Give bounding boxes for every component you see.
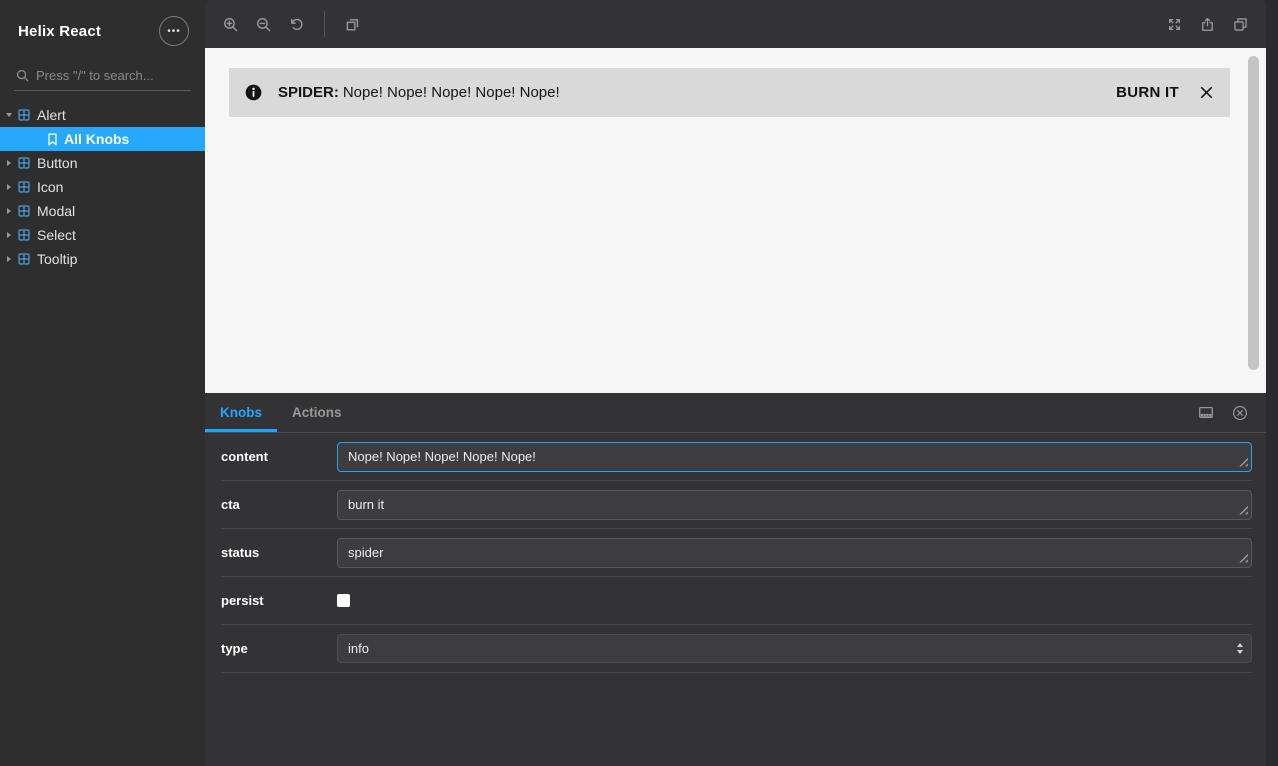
sidebar-item-label: Select bbox=[37, 227, 76, 243]
knob-label: type bbox=[221, 641, 248, 656]
close-panel-icon[interactable] bbox=[1232, 393, 1248, 432]
component-icon bbox=[18, 253, 30, 265]
knob-status-input[interactable]: spider bbox=[337, 537, 1252, 568]
info-icon bbox=[245, 84, 262, 101]
stories-tree: Alert All Knobs Button Icon Modal Select… bbox=[0, 103, 205, 271]
sidebar: Helix React ••• Alert bbox=[0, 0, 205, 766]
knob-label: status bbox=[221, 545, 260, 560]
canvas-toolbar bbox=[205, 0, 1266, 48]
panel-tabbar: Knobs Actions bbox=[205, 393, 1266, 433]
fullscreen-icon[interactable] bbox=[1165, 15, 1184, 34]
sidebar-item-button[interactable]: Button bbox=[0, 151, 205, 175]
knob-row-status: status spider bbox=[221, 529, 1252, 577]
caret-down-icon[interactable] bbox=[5, 112, 13, 118]
sidebar-item-all-knobs[interactable]: All Knobs bbox=[0, 127, 205, 151]
sidebar-item-label: Alert bbox=[37, 107, 66, 123]
sidebar-menu-button[interactable]: ••• bbox=[159, 16, 189, 46]
caret-right-icon[interactable] bbox=[5, 208, 13, 214]
sidebar-item-label: Tooltip bbox=[37, 251, 78, 267]
preview-container: SPIDER: Nope! Nope! Nope! Nope! Nope! BUR… bbox=[205, 0, 1266, 393]
caret-right-icon[interactable] bbox=[5, 160, 13, 166]
component-icon bbox=[18, 229, 30, 241]
caret-right-icon[interactable] bbox=[5, 184, 13, 190]
alert-message: SPIDER: Nope! Nope! Nope! Nope! Nope! bbox=[278, 84, 560, 101]
sidebar-item-alert[interactable]: Alert bbox=[0, 103, 205, 127]
main-area: SPIDER: Nope! Nope! Nope! Nope! Nope! BUR… bbox=[205, 0, 1278, 766]
knob-row-content: content Nope! Nope! Nope! Nope! Nope! bbox=[221, 433, 1252, 481]
sidebar-item-select[interactable]: Select bbox=[0, 223, 205, 247]
knob-row-persist: persist bbox=[221, 577, 1252, 625]
knob-persist-checkbox[interactable] bbox=[337, 594, 350, 607]
zoom-in-icon[interactable] bbox=[221, 15, 240, 34]
sidebar-item-icon[interactable]: Icon bbox=[0, 175, 205, 199]
knob-cta-input[interactable]: burn it bbox=[337, 489, 1252, 520]
alert-component: SPIDER: Nope! Nope! Nope! Nope! Nope! BUR… bbox=[229, 68, 1230, 117]
knob-label: cta bbox=[221, 497, 240, 512]
open-in-new-tab-icon[interactable] bbox=[1231, 15, 1250, 34]
canvas-scrollbar-thumb[interactable] bbox=[1248, 56, 1259, 370]
sidebar-item-label: Button bbox=[37, 155, 78, 171]
search-icon bbox=[16, 69, 29, 82]
sidebar-item-label: All Knobs bbox=[64, 131, 130, 147]
sidebar-item-tooltip[interactable]: Tooltip bbox=[0, 247, 205, 271]
sidebar-item-modal[interactable]: Modal bbox=[0, 199, 205, 223]
addons-panel: Knobs Actions content Nope! Nope! Nope! … bbox=[205, 393, 1266, 766]
alert-cta-button[interactable]: BURN IT bbox=[1116, 84, 1179, 101]
alert-close-button[interactable] bbox=[1199, 85, 1214, 100]
zoom-out-icon[interactable] bbox=[254, 15, 273, 34]
tab-knobs[interactable]: Knobs bbox=[205, 393, 277, 432]
knob-type-select[interactable]: info bbox=[337, 634, 1252, 663]
tab-actions[interactable]: Actions bbox=[277, 393, 357, 432]
component-icon bbox=[18, 181, 30, 193]
component-icon bbox=[18, 109, 30, 121]
bookmark-icon bbox=[47, 133, 58, 146]
caret-right-icon[interactable] bbox=[5, 232, 13, 238]
alert-status-prefix: SPIDER: bbox=[278, 84, 339, 101]
share-icon[interactable] bbox=[1198, 15, 1217, 34]
component-icon bbox=[18, 157, 30, 169]
preview-canvas: SPIDER: Nope! Nope! Nope! Nope! Nope! BUR… bbox=[205, 48, 1266, 393]
zoom-reset-icon[interactable] bbox=[287, 15, 306, 34]
knob-content-input[interactable]: Nope! Nope! Nope! Nope! Nope! bbox=[337, 441, 1252, 472]
sidebar-search[interactable] bbox=[14, 64, 191, 91]
sidebar-item-label: Icon bbox=[37, 179, 64, 195]
knob-label: persist bbox=[221, 593, 264, 608]
knob-row-cta: cta burn it bbox=[221, 481, 1252, 529]
sidebar-header: Helix React ••• bbox=[0, 0, 205, 56]
close-icon bbox=[1200, 86, 1213, 99]
sidebar-item-label: Modal bbox=[37, 203, 76, 219]
ellipsis-menu-icon: ••• bbox=[167, 25, 181, 37]
caret-right-icon[interactable] bbox=[5, 256, 13, 262]
knob-label: content bbox=[221, 449, 268, 464]
app-title: Helix React bbox=[18, 22, 102, 40]
panel-position-icon[interactable] bbox=[1198, 393, 1214, 432]
alert-message-text: Nope! Nope! Nope! Nope! Nope! bbox=[342, 84, 560, 101]
search-input[interactable] bbox=[36, 68, 191, 83]
knob-row-type: type info bbox=[221, 625, 1252, 673]
component-icon bbox=[18, 205, 30, 217]
toolbar-divider bbox=[324, 11, 325, 37]
background-icon[interactable] bbox=[343, 15, 362, 34]
